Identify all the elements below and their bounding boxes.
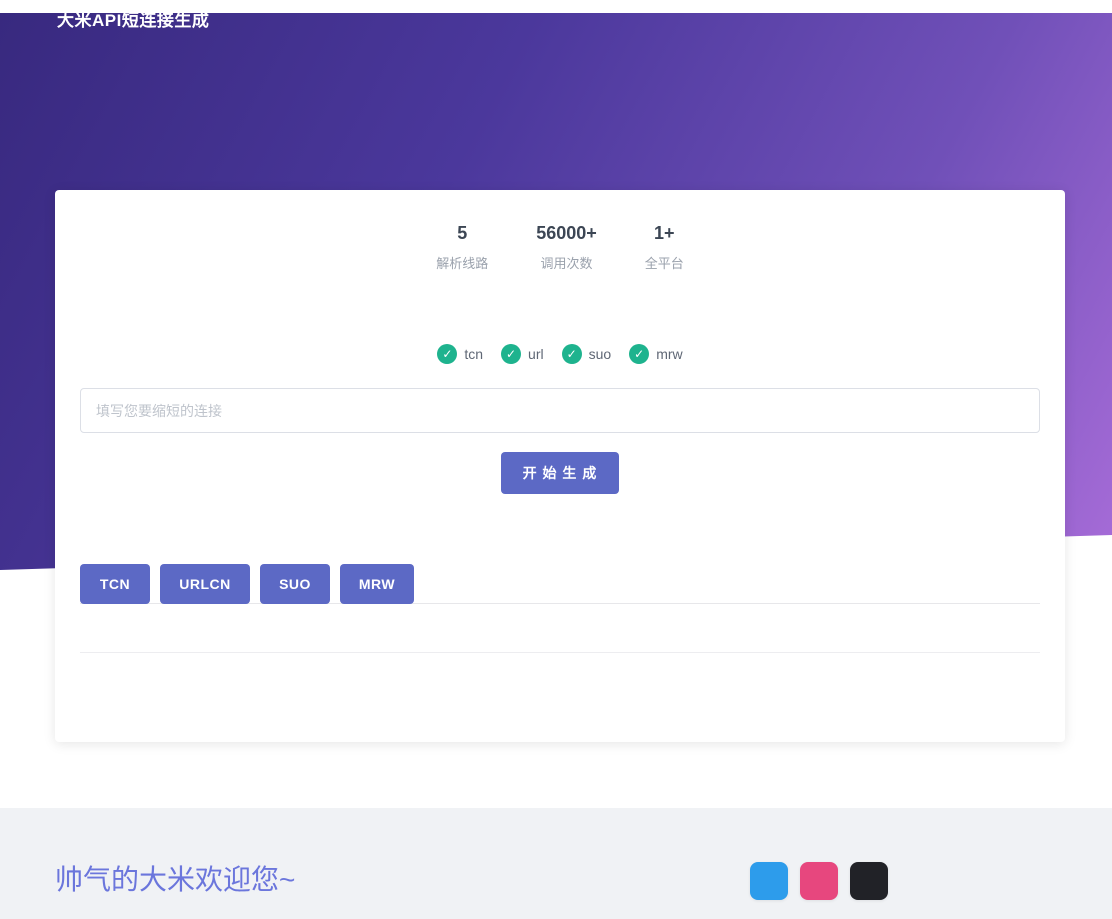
stat-label: 解析线路 — [436, 253, 488, 272]
provider-label: mrw — [656, 346, 682, 362]
url-input-row — [80, 388, 1040, 433]
footer-greeting: 帅气的大米欢迎您~ — [55, 858, 295, 898]
provider-label: suo — [589, 346, 612, 362]
stat-call-count: 56000+ 调用次数 — [536, 222, 597, 272]
stat-label: 全平台 — [645, 253, 684, 272]
page: 大米API短连接生成 5 解析线路 56000+ 调用次数 1+ 全平台 ✓ t… — [0, 0, 1112, 919]
check-circle-icon: ✓ — [562, 344, 582, 364]
url-input[interactable] — [80, 388, 1040, 433]
stat-parse-lines: 5 解析线路 — [436, 222, 488, 272]
provider-tabs: TCN URLCN SUO MRW — [80, 564, 1040, 604]
submit-row: 开 始 生 成 — [55, 452, 1065, 494]
providers-row: ✓ tcn ✓ url ✓ suo ✓ mrw — [55, 344, 1065, 364]
result-divider — [80, 652, 1040, 653]
provider-mrw: ✓ mrw — [629, 344, 682, 364]
tab-tcn[interactable]: TCN — [80, 564, 150, 604]
check-circle-icon: ✓ — [437, 344, 457, 364]
page-title: 大米API短连接生成 — [57, 6, 209, 31]
tab-mrw[interactable]: MRW — [340, 564, 414, 604]
stat-value: 1+ — [645, 222, 684, 244]
social-black-icon[interactable] — [850, 862, 888, 900]
provider-label: tcn — [464, 346, 483, 362]
stats-row: 5 解析线路 56000+ 调用次数 1+ 全平台 — [55, 222, 1065, 272]
social-blue-icon[interactable] — [750, 862, 788, 900]
stat-all-platform: 1+ 全平台 — [645, 222, 684, 272]
tab-urlcn[interactable]: URLCN — [160, 564, 250, 604]
tab-suo[interactable]: SUO — [260, 564, 330, 604]
check-circle-icon: ✓ — [501, 344, 521, 364]
social-links-row — [750, 862, 888, 900]
stat-value: 56000+ — [536, 222, 597, 244]
stat-value: 5 — [436, 222, 488, 244]
main-card: 5 解析线路 56000+ 调用次数 1+ 全平台 ✓ tcn ✓ url ✓ — [55, 190, 1065, 742]
social-pink-icon[interactable] — [800, 862, 838, 900]
check-circle-icon: ✓ — [629, 344, 649, 364]
provider-url: ✓ url — [501, 344, 544, 364]
provider-tcn: ✓ tcn — [437, 344, 483, 364]
generate-button[interactable]: 开 始 生 成 — [501, 452, 620, 494]
stat-label: 调用次数 — [536, 253, 597, 272]
provider-suo: ✓ suo — [562, 344, 612, 364]
provider-label: url — [528, 346, 544, 362]
